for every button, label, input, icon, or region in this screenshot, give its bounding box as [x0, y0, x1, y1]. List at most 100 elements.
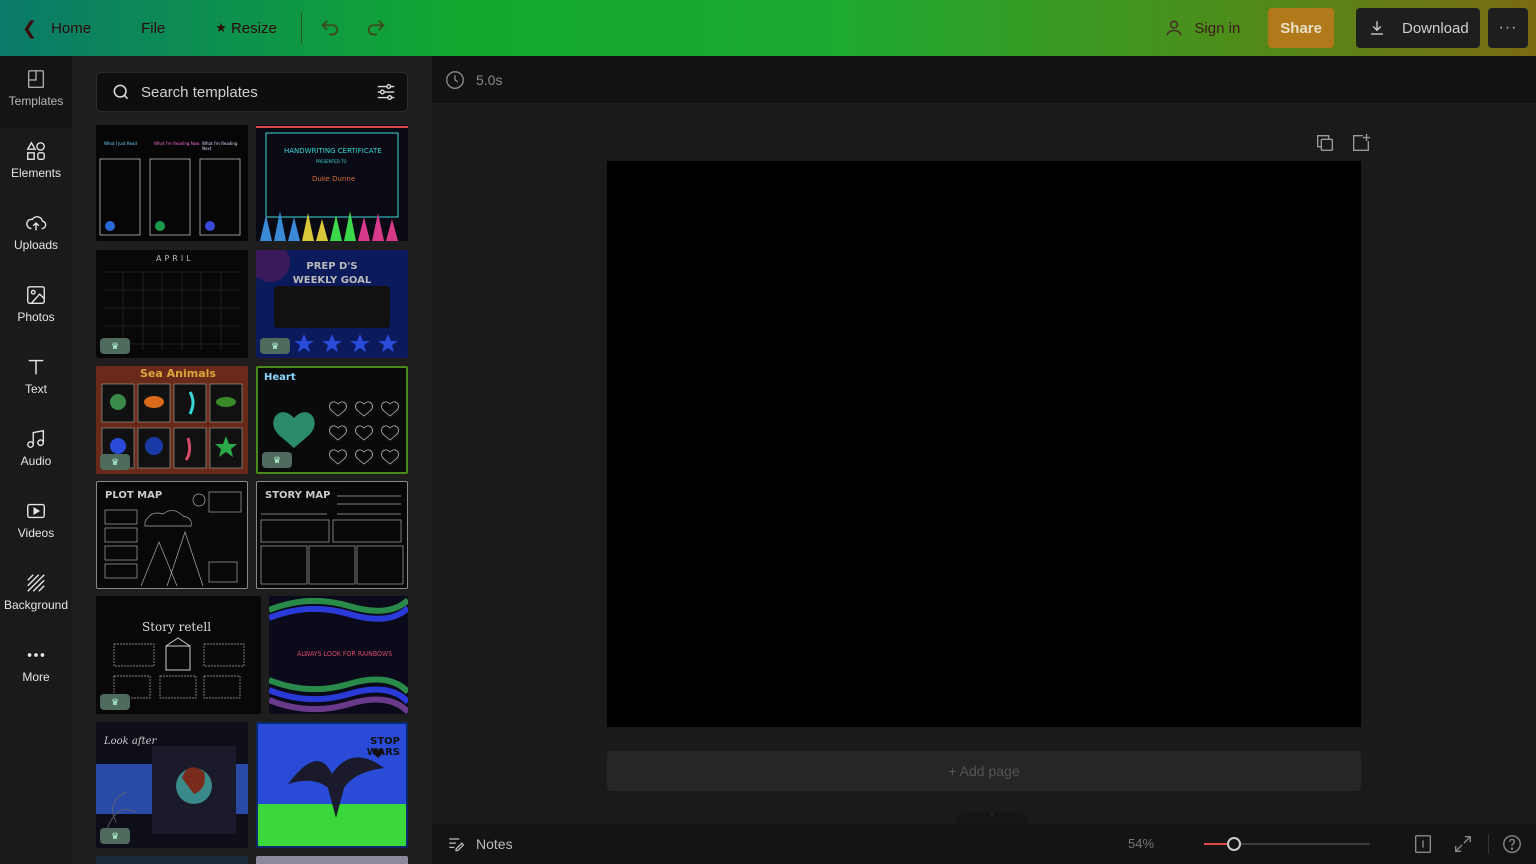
page-timer[interactable]: 5.0s — [444, 69, 502, 91]
template-card[interactable]: Look after ♛ — [96, 722, 248, 848]
pages-icon — [1414, 835, 1432, 853]
template-grid: What I Just Read What I'm Reading Now Wh… — [96, 124, 408, 864]
share-label: Share — [1280, 19, 1322, 37]
add-page-icon — [1352, 133, 1371, 152]
search-icon — [113, 84, 129, 100]
rail-label-background: Background — [3, 598, 69, 612]
resize-button[interactable]: ★ Resize — [205, 8, 287, 48]
template-text: Look after — [104, 736, 157, 747]
rail-item-elements[interactable]: Elements — [0, 128, 72, 192]
add-page-button[interactable]: + Add page — [607, 751, 1361, 791]
share-button[interactable]: Share — [1268, 8, 1334, 48]
undo-icon — [321, 20, 338, 36]
template-text: STOP WARS — [366, 736, 400, 758]
sign-in-label: Sign in — [1194, 19, 1241, 37]
chevron-left-icon: ❮ — [22, 17, 38, 38]
template-card[interactable]: APRIL ♛ — [96, 250, 248, 358]
undo-button[interactable] — [312, 10, 348, 46]
template-card[interactable]: Heart ♛ — [256, 366, 408, 474]
more-options-icon: ··· — [1498, 19, 1518, 36]
redo-button[interactable] — [358, 10, 394, 46]
template-text: Story retell — [142, 620, 212, 634]
rail-label-templates: Templates — [8, 94, 64, 108]
duplicate-page-button[interactable] — [1314, 132, 1336, 154]
template-preview — [256, 126, 408, 241]
page-tools — [1300, 132, 1372, 154]
fullscreen-button[interactable] — [1452, 833, 1474, 855]
filter-icon[interactable] — [375, 81, 397, 103]
templates-panel: What I Just Read What I'm Reading Now Wh… — [72, 56, 432, 864]
rail-label-text: Text — [24, 382, 47, 396]
help-button[interactable] — [1501, 833, 1523, 855]
template-card[interactable]: HANDWRITING CERTIFICATE PRESENTED TO Duk… — [256, 125, 408, 241]
add-page-icon-button[interactable] — [1350, 132, 1372, 154]
videos-icon — [27, 503, 45, 519]
template-text: APRIL — [156, 254, 194, 263]
template-card[interactable]: Story retell ♛ — [96, 596, 261, 714]
template-card[interactable]: PREP D'S WEEKLY GOAL ♛ — [256, 250, 408, 358]
more-options-button[interactable]: ··· — [1488, 8, 1528, 48]
search-templates-input[interactable] — [141, 83, 375, 101]
template-card[interactable] — [96, 856, 248, 864]
add-page-label: + Add page — [948, 763, 1020, 779]
template-text: PREP D'S WEEKLY GOAL — [292, 261, 372, 286]
rail-item-uploads[interactable]: Uploads — [0, 200, 72, 264]
premium-crown-badge: ♛ — [260, 338, 290, 354]
rail-label-videos: Videos — [17, 526, 55, 540]
timer-label: 5.0s — [476, 72, 503, 88]
zoom-level[interactable]: 54% — [1128, 836, 1154, 851]
rail-item-photos[interactable]: Photos — [0, 272, 72, 336]
template-card[interactable]: What I Just Read What I'm Reading Now Wh… — [96, 125, 248, 241]
clock-icon — [446, 71, 464, 89]
rail-label-elements: Elements — [10, 166, 62, 180]
notes-icon — [449, 838, 465, 852]
template-text: What I'm Reading Now — [154, 141, 200, 146]
zoom-slider[interactable] — [1204, 837, 1370, 851]
uploads-icon — [26, 216, 47, 231]
download-button[interactable]: Download — [1356, 8, 1480, 48]
premium-crown-badge: ♛ — [100, 694, 130, 710]
home-button[interactable]: ❮ Home — [12, 8, 101, 48]
premium-crown-badge: ♛ — [262, 452, 292, 468]
rail-label-photos: Photos — [17, 310, 55, 324]
template-text: Duke Dunne — [312, 175, 356, 183]
rail-label-more: More — [22, 670, 50, 684]
template-text: Heart — [264, 372, 296, 383]
template-card[interactable]: STORY MAP — [256, 481, 408, 589]
home-label: Home — [51, 19, 92, 37]
chevron-up-icon: ⌃ — [988, 812, 996, 822]
zoom-slider-handle[interactable] — [1226, 837, 1241, 851]
rail-item-audio[interactable]: Audio — [0, 416, 72, 480]
expand-icon — [1454, 835, 1472, 853]
bottom-toolbar: Notes 54% — [432, 824, 1536, 864]
sign-in-button[interactable]: Sign in — [1154, 8, 1250, 48]
template-card[interactable]: ALWAYS LOOK FOR RAINBOWS — [269, 596, 408, 714]
background-icon — [27, 574, 45, 592]
template-card[interactable] — [256, 856, 408, 864]
rail-item-videos[interactable]: Videos — [0, 488, 72, 552]
premium-crown-badge: ♛ — [100, 828, 130, 844]
template-card[interactable]: PLOT MAP — [96, 481, 248, 589]
template-text: ALWAYS LOOK FOR RAINBOWS — [297, 650, 393, 658]
page-count-button[interactable] — [1412, 833, 1434, 855]
user-icon — [1167, 20, 1182, 36]
redo-icon — [367, 20, 385, 36]
rail-item-text[interactable]: Text — [0, 344, 72, 408]
rail-item-templates[interactable]: Templates — [0, 56, 72, 120]
download-label: Download — [1402, 19, 1469, 37]
template-card[interactable]: Sea Animals ♛ — [96, 366, 248, 474]
template-card[interactable]: STOP WARS — [256, 722, 408, 848]
design-page[interactable] — [607, 161, 1361, 727]
elements-icon — [26, 141, 45, 160]
templates-icon — [27, 70, 45, 88]
template-text: What I'm Reading Next — [202, 141, 238, 151]
more-icon — [27, 653, 45, 657]
rail-item-more[interactable]: More — [0, 632, 72, 696]
help-icon — [1503, 835, 1521, 853]
file-menu-button[interactable]: File — [131, 8, 175, 48]
toolbar-divider — [300, 12, 302, 44]
rail-item-background[interactable]: Background — [0, 560, 72, 624]
audio-icon — [27, 429, 45, 448]
rail-label-uploads: Uploads — [13, 238, 59, 252]
notes-button[interactable]: Notes — [446, 834, 513, 854]
